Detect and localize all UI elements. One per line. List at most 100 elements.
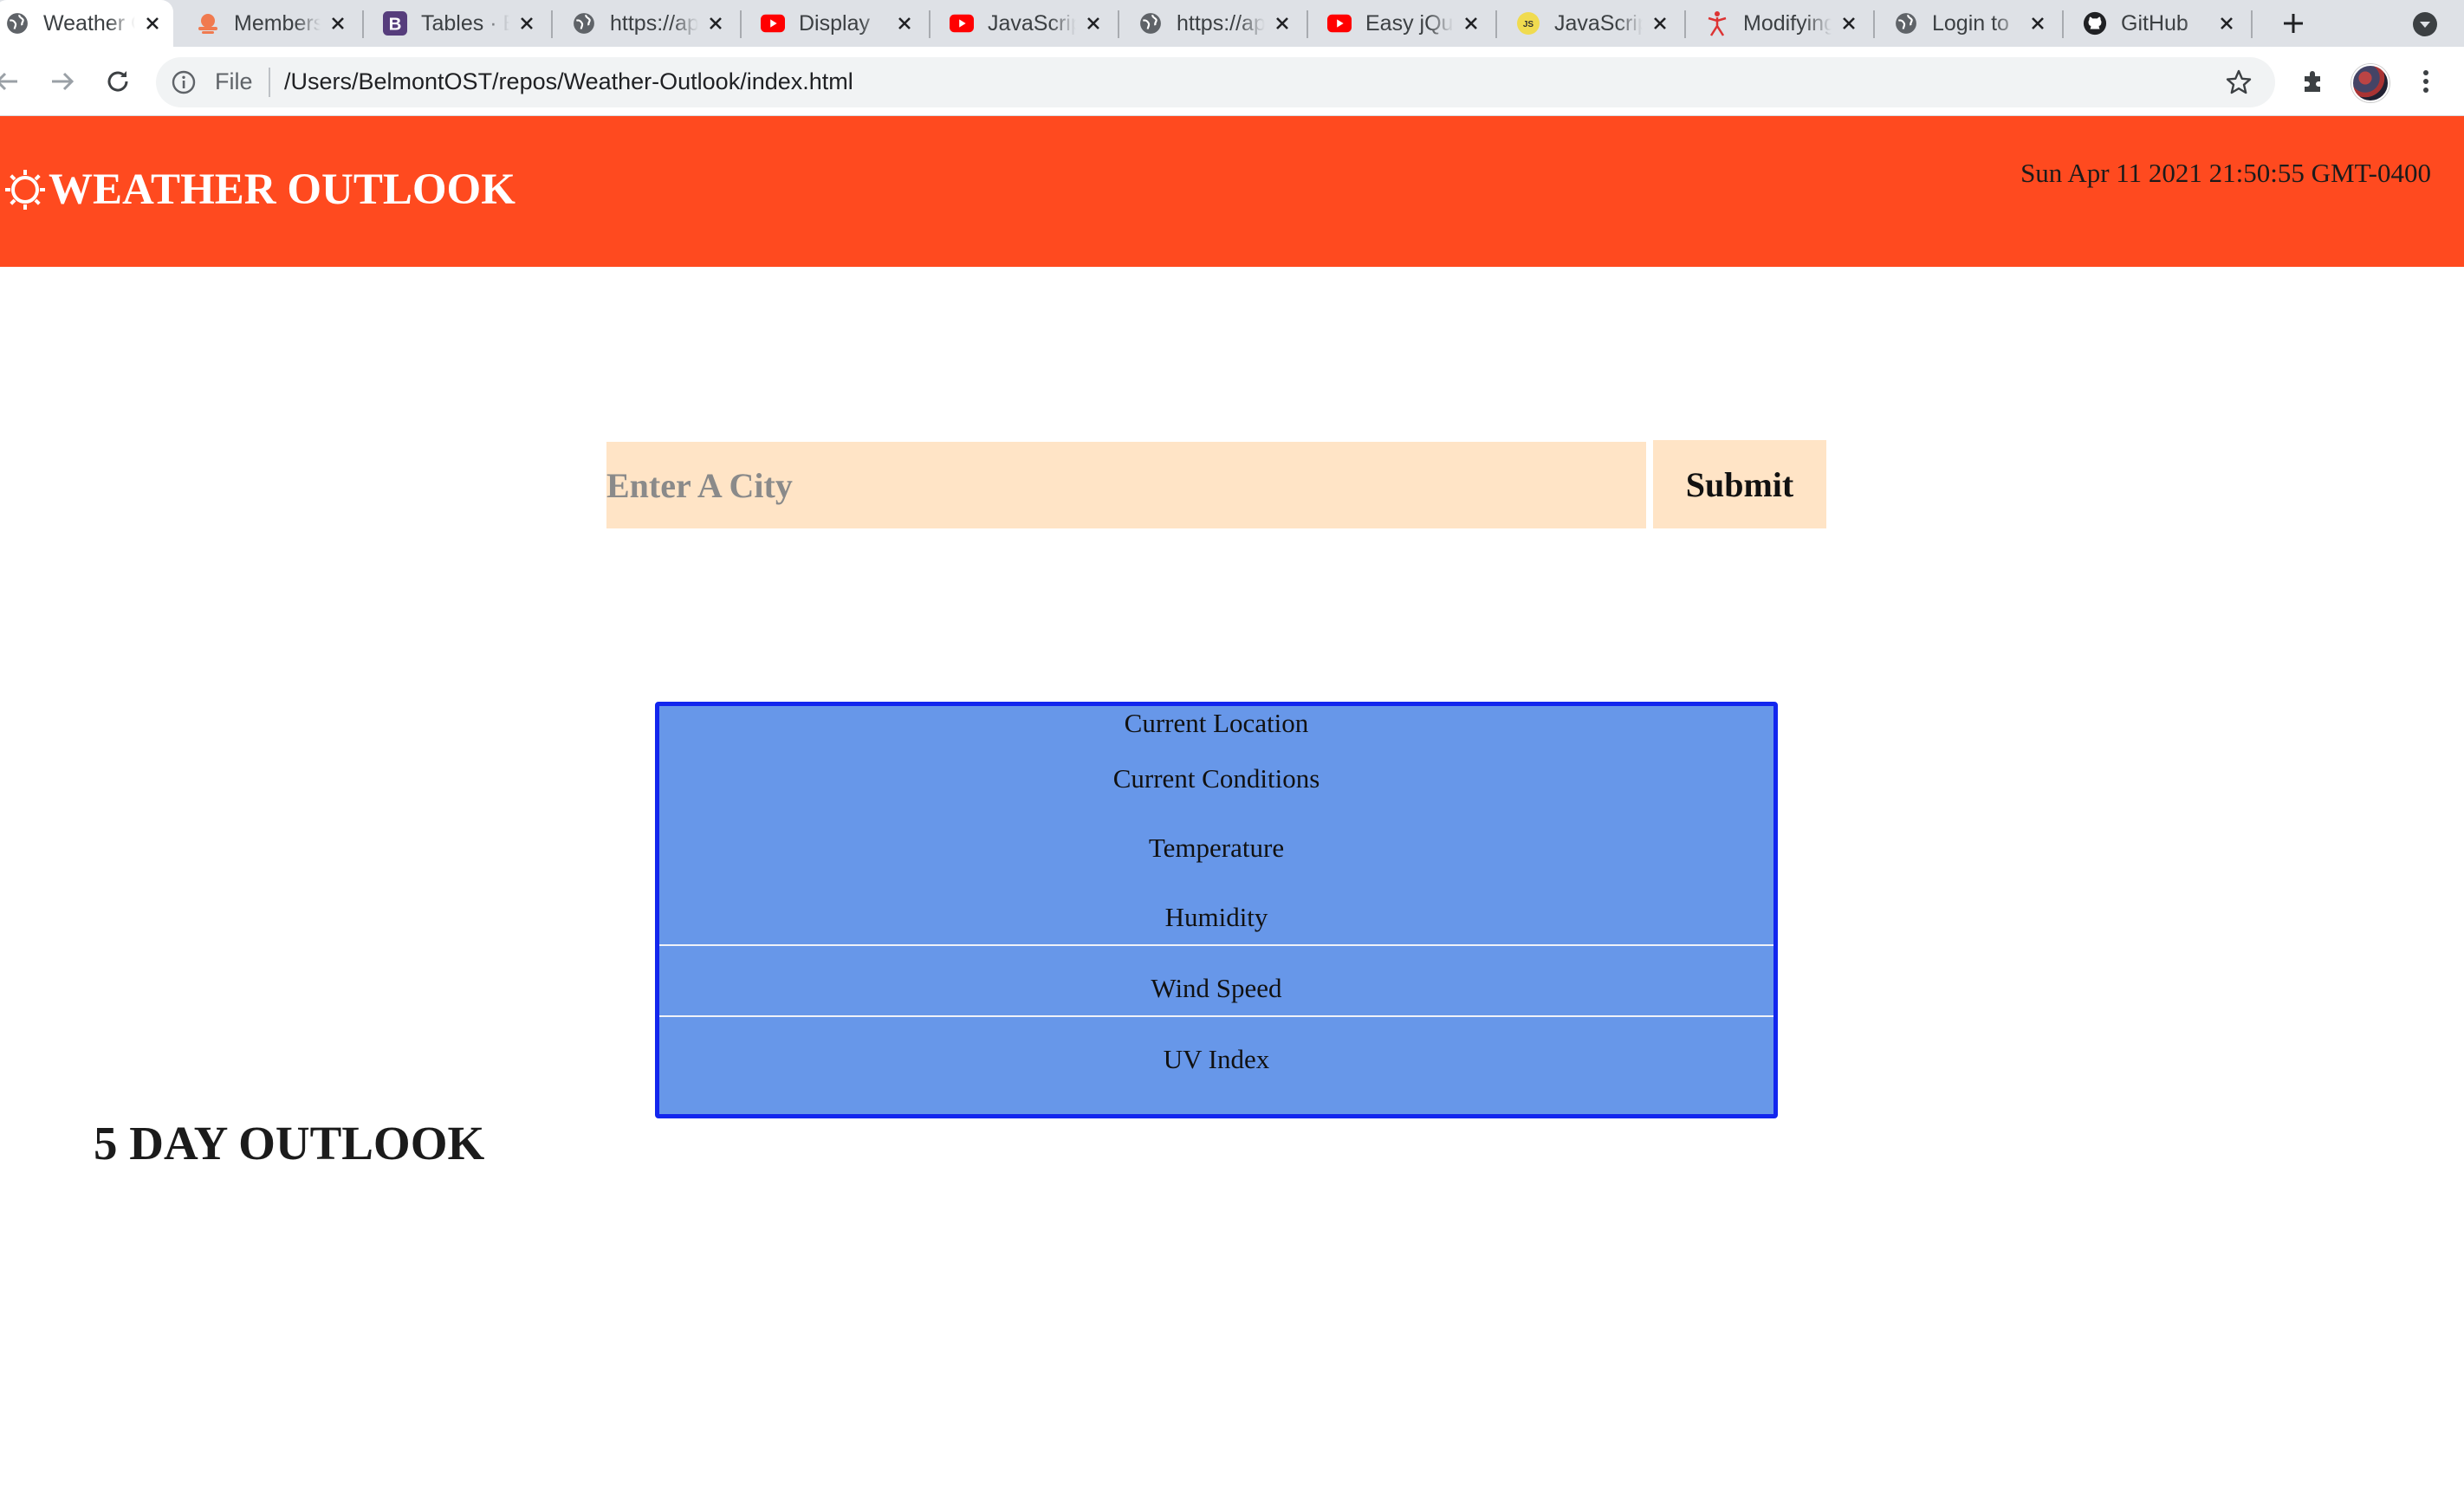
- tab-title: Tables · Bootstrap: [421, 10, 509, 36]
- omnibox-divider: [269, 68, 270, 97]
- scheme-label: File: [215, 68, 253, 94]
- globe-icon: [572, 11, 596, 36]
- youtube-icon: [1327, 11, 1352, 36]
- js-icon: JS: [1516, 11, 1540, 36]
- close-tab-icon[interactable]: [1459, 11, 1483, 36]
- tab-title: https://api: [610, 10, 698, 36]
- close-tab-icon[interactable]: [2214, 11, 2239, 36]
- browser-tab-javascript-yt[interactable]: JavaScript: [939, 0, 1111, 47]
- svg-text:B: B: [389, 14, 402, 34]
- tab-separator: [740, 10, 742, 38]
- forward-button[interactable]: [42, 61, 83, 102]
- tab-title: GitHub: [2121, 10, 2188, 36]
- tab-title: Members: [234, 10, 321, 36]
- close-tab-icon[interactable]: [704, 11, 728, 36]
- globe-icon: [5, 11, 29, 36]
- svg-text:JS: JS: [1523, 20, 1534, 29]
- browser-tab-weather-outlook[interactable]: Weather Outlook: [0, 0, 173, 47]
- close-tab-icon[interactable]: [1081, 11, 1106, 36]
- close-tab-icon[interactable]: [1270, 11, 1294, 36]
- cloud-sun-icon: [196, 11, 220, 36]
- browser-tab-api-2[interactable]: https://api: [1128, 0, 1300, 47]
- tab-title: Display: [799, 10, 870, 36]
- tab-title: JavaScript: [1554, 10, 1643, 36]
- browser-tab-members[interactable]: Members: [184, 0, 355, 47]
- globe-icon: [1894, 11, 1918, 36]
- tab-title: https://api: [1177, 10, 1265, 36]
- browser-tab-strip: Weather Outlook Members B Tables · Boots…: [0, 0, 2464, 47]
- arrow-right-icon: [52, 72, 75, 91]
- tab-separator: [2251, 10, 2253, 38]
- puzzle-icon: [2305, 71, 2320, 92]
- close-tab-icon[interactable]: [1648, 11, 1672, 36]
- tab-separator: [1684, 10, 1686, 38]
- current-conditions: Current Conditions: [1112, 763, 1320, 794]
- uv-index: UV Index: [1163, 1044, 1270, 1074]
- browser-tab-modifying[interactable]: Modifying: [1695, 0, 1866, 47]
- arrow-left-icon: [0, 72, 17, 91]
- browser-tab-easy-jquery[interactable]: Easy jQuery: [1317, 0, 1488, 47]
- bootstrap-icon: B: [383, 11, 407, 36]
- info-icon[interactable]: [172, 70, 196, 94]
- close-tab-icon[interactable]: [2026, 11, 2050, 36]
- browser-tab-api-1[interactable]: https://api: [561, 0, 733, 47]
- tab-separator: [1495, 10, 1497, 38]
- tab-title: Modifying: [1743, 10, 1832, 36]
- reload-icon: [107, 71, 128, 92]
- tab-title: Login to: [1932, 10, 2009, 36]
- youtube-icon: [950, 11, 974, 36]
- current-weather-panel: Current Location Current Conditions Temp…: [655, 702, 1778, 1118]
- close-tab-icon[interactable]: [515, 11, 539, 36]
- menu-button[interactable]: [2405, 61, 2447, 102]
- tab-separator: [929, 10, 930, 38]
- chevron-down-icon: [2413, 12, 2437, 36]
- site-title: WEATHER OUTLOOK: [49, 165, 515, 214]
- back-button[interactable]: [0, 61, 28, 102]
- close-tab-icon[interactable]: [1837, 11, 1861, 36]
- new-tab-button[interactable]: [2275, 5, 2312, 42]
- browser-tab-javascript-js[interactable]: JS JavaScript: [1506, 0, 1677, 47]
- address-bar[interactable]: File /Users/BelmontOST/repos/Weather-Out…: [156, 57, 2275, 107]
- tab-separator: [1873, 10, 1875, 38]
- plus-icon: [2284, 14, 2303, 33]
- brand: WEATHER OUTLOOK: [3, 165, 515, 215]
- divider: [659, 944, 1773, 946]
- browser-tab-login[interactable]: Login to: [1884, 0, 2055, 47]
- kebab-menu-icon: [2423, 70, 2428, 93]
- close-tab-icon[interactable]: [892, 11, 917, 36]
- extensions-button[interactable]: [2292, 61, 2334, 102]
- submit-button[interactable]: Submit: [1653, 440, 1826, 528]
- close-tab-icon[interactable]: [140, 11, 165, 36]
- globe-icon: [1138, 11, 1163, 36]
- reload-button[interactable]: [97, 61, 139, 102]
- divider: [659, 1015, 1773, 1017]
- current-datetime: Sun Apr 11 2021 21:50:55 GMT-0400: [2020, 158, 2431, 188]
- wind-speed: Wind Speed: [1151, 973, 1282, 1003]
- tab-separator: [1118, 10, 1119, 38]
- tab-separator: [1307, 10, 1308, 38]
- browser-tab-tables[interactable]: B Tables · Bootstrap: [373, 0, 544, 47]
- tab-separator: [551, 10, 553, 38]
- current-location: Current Location: [1124, 708, 1309, 738]
- city-search-input[interactable]: [606, 442, 1646, 528]
- tab-search-button[interactable]: [2409, 9, 2441, 40]
- humidity: Humidity: [1164, 902, 1268, 932]
- tab-title: JavaScript: [988, 10, 1076, 36]
- figure-icon: [1705, 11, 1729, 36]
- browser-tab-display[interactable]: Display: [750, 0, 922, 47]
- profile-avatar[interactable]: [2351, 64, 2389, 102]
- browser-tab-github[interactable]: GitHub: [2072, 0, 2244, 47]
- temperature: Temperature: [1148, 833, 1285, 863]
- bookmark-star-icon[interactable]: [2225, 68, 2253, 96]
- five-day-outlook-heading: 5 DAY OUTLOOK: [94, 1117, 485, 1170]
- tab-title: Easy jQuery: [1365, 10, 1454, 36]
- tab-title: Weather Outlook: [43, 10, 135, 36]
- github-icon: [2083, 11, 2107, 36]
- browser-toolbar: File /Users/BelmontOST/repos/Weather-Out…: [0, 47, 2464, 116]
- close-tab-icon[interactable]: [326, 11, 350, 36]
- page-header: WEATHER OUTLOOK Sun Apr 11 2021 21:50:55…: [0, 116, 2464, 267]
- tab-separator: [2062, 10, 2064, 38]
- sun-icon: [5, 170, 45, 210]
- youtube-icon: [761, 11, 785, 36]
- url-text[interactable]: /Users/BelmontOST/repos/Weather-Outlook/…: [284, 68, 853, 95]
